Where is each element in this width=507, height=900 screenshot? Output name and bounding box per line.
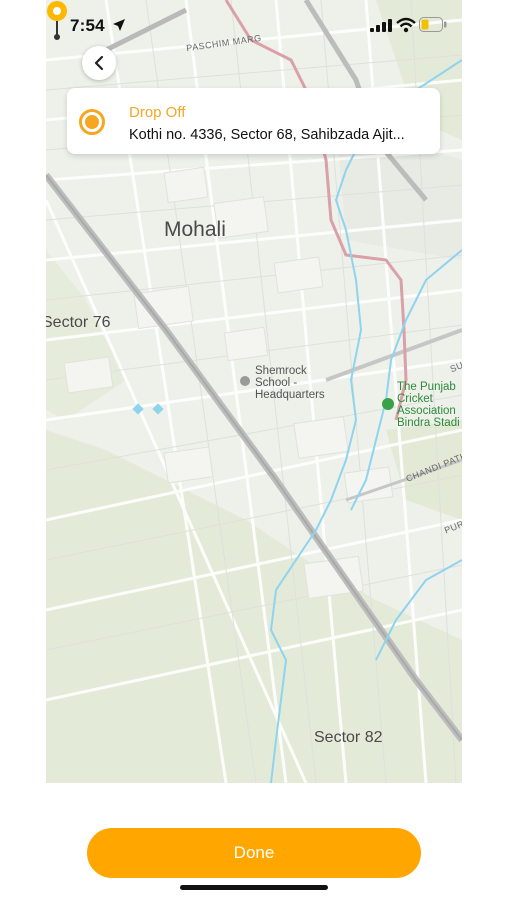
wifi-icon — [396, 17, 416, 33]
done-button[interactable]: Done — [87, 828, 421, 878]
drop-off-card[interactable]: Drop Off Kothi no. 4336, Sector 68, Sahi… — [67, 88, 440, 154]
map-label-shemrock-line2: School - — [255, 377, 298, 389]
battery-low-icon — [419, 17, 447, 32]
map-label-punjab-line2: Cricket — [397, 393, 433, 405]
home-indicator[interactable] — [180, 885, 328, 890]
map-label-punjab-line3: Association — [397, 405, 456, 417]
radio-selected-icon — [79, 109, 105, 135]
back-button[interactable] — [82, 46, 116, 80]
status-bar: 7:54 — [46, 0, 462, 48]
map-label-shemrock-line3: Headquarters — [255, 389, 325, 401]
map-label-punjab-line1: The Punjab — [397, 381, 456, 393]
map-label-punjab-line4: Bindra Stadi — [397, 417, 460, 429]
map-label-mohali: Mohali — [164, 218, 226, 241]
app-screen: PASCHIM MARG Mohali Sector 76 Sector 82 … — [46, 0, 462, 900]
chevron-left-icon — [94, 55, 104, 71]
map-label-sector-82: Sector 82 — [314, 729, 383, 746]
cellular-signal-icon — [370, 19, 392, 32]
school-poi-icon — [240, 376, 250, 386]
location-arrow-icon — [113, 19, 125, 31]
status-time: 7:54 — [70, 16, 105, 35]
drop-off-label: Drop Off — [129, 104, 186, 121]
map-label-sector-76: Sector 76 — [46, 314, 111, 331]
map-label-shemrock-line1: Shemrock — [255, 365, 307, 377]
drop-off-address[interactable]: Kothi no. 4336, Sector 68, Sahibzada Aji… — [129, 127, 434, 143]
stadium-poi-icon — [382, 398, 394, 410]
